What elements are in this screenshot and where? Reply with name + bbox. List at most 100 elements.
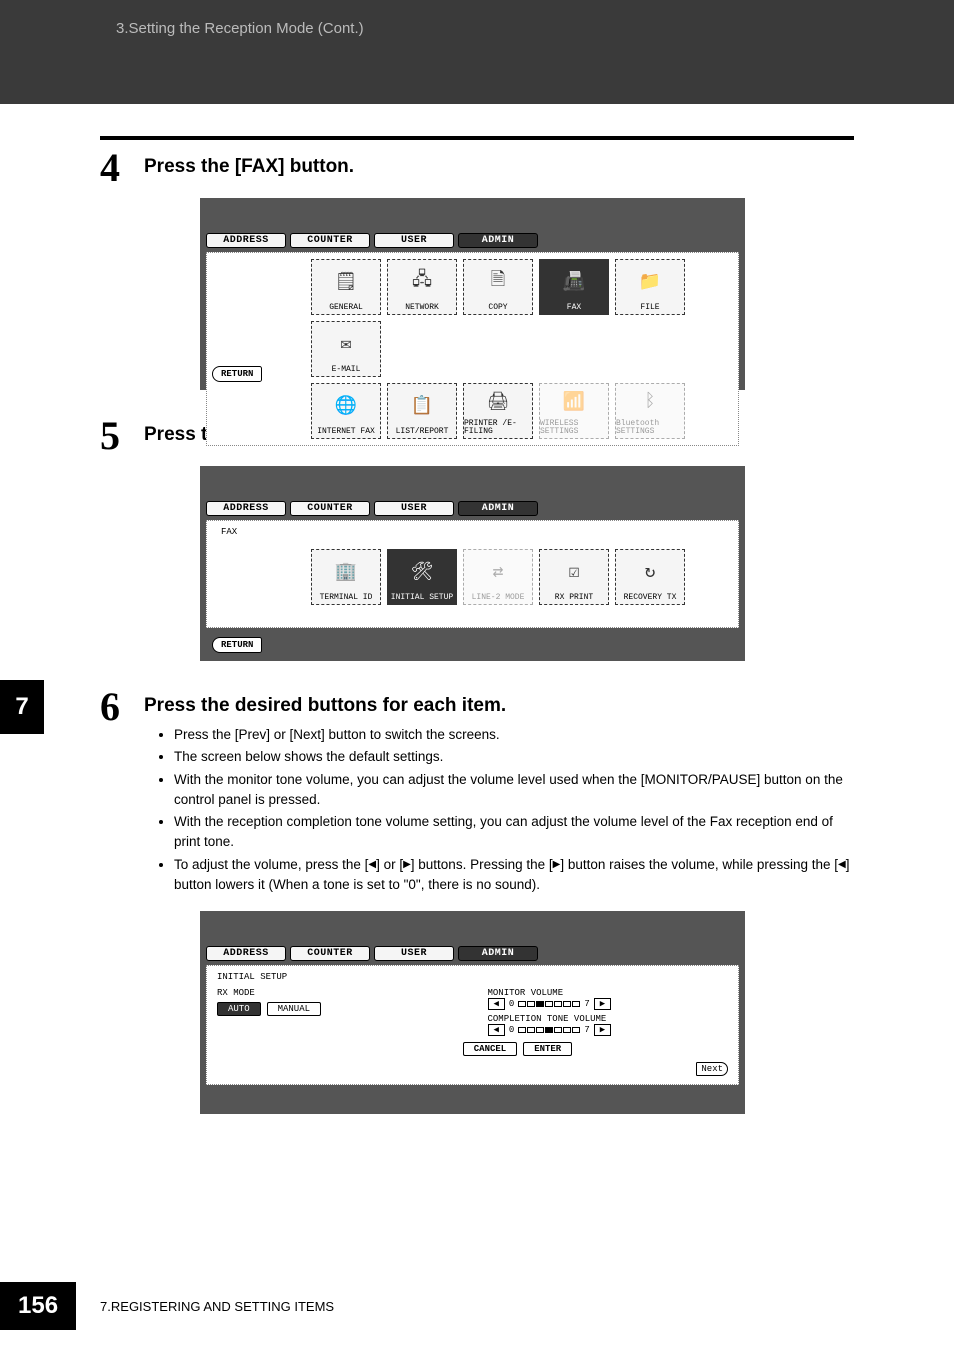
list-report-icon: 📋 [411, 384, 433, 427]
network-icon: 🖧 [412, 260, 432, 303]
step-title: Press the desired buttons for each item. [144, 695, 854, 717]
tab-row: ADDRESS COUNTER USER ADMIN [200, 501, 745, 516]
cancel-button[interactable]: CANCEL [463, 1042, 517, 1056]
tab-admin[interactable]: ADMIN [458, 946, 538, 961]
tab-user[interactable]: USER [374, 501, 454, 516]
printer-icon: 🖨 [487, 384, 510, 420]
completion-volume-control: ◀ 0 7 ▶ [488, 1024, 729, 1036]
list-item: The screen below shows the default setti… [174, 747, 854, 767]
enter-button[interactable]: ENTER [523, 1042, 572, 1056]
tab-counter[interactable]: COUNTER [290, 946, 370, 961]
scale-high: 7 [584, 999, 589, 1009]
bluetooth-icon: ᛒ [645, 384, 656, 420]
section-rule [100, 136, 854, 140]
wireless-button[interactable]: 📶WIRELESS SETTINGS [539, 383, 609, 439]
triangle-right-icon: ▶ [403, 857, 411, 872]
scale-high: 7 [584, 1025, 589, 1035]
file-button[interactable]: 📁FILE [615, 259, 685, 315]
tab-address[interactable]: ADDRESS [206, 501, 286, 516]
fax-icon: 📠 [563, 260, 585, 303]
page-number: 156 [0, 1282, 76, 1330]
bluetooth-button[interactable]: ᛒBluetooth SETTINGS [615, 383, 685, 439]
monitor-volume-label: MONITOR VOLUME [488, 988, 729, 998]
recovery-tx-icon: ↻ [645, 550, 656, 593]
context-label: FAX [221, 527, 237, 537]
panel: INITIAL SETUP RX MODE AUTO MANUAL MONITO… [206, 965, 739, 1085]
line2-mode-button[interactable]: ⇄LINE-2 MODE [463, 549, 533, 605]
file-icon: 📁 [639, 260, 661, 303]
next-button[interactable]: Next [696, 1062, 728, 1076]
volume-bar [518, 1001, 580, 1007]
context-label: INITIAL SETUP [217, 972, 728, 982]
terminal-id-button[interactable]: 🏢TERMINAL ID [311, 549, 381, 605]
return-button[interactable]: RETURN [212, 366, 262, 382]
line2-icon: ⇄ [493, 550, 504, 593]
monitor-volume-control: ◀ 0 7 ▶ [488, 998, 729, 1010]
page-header: 3.Setting the Reception Mode (Cont.) [0, 0, 954, 104]
step-number: 6 [100, 687, 140, 727]
volume-up-button[interactable]: ▶ [594, 998, 611, 1010]
page-footer: 156 7.REGISTERING AND SETTING ITEMS [0, 1264, 954, 1348]
list-item: Press the [Prev] or [Next] button to swi… [174, 725, 854, 745]
tab-counter[interactable]: COUNTER [290, 501, 370, 516]
email-button[interactable]: ✉E-MAIL [311, 321, 381, 377]
initial-setup-button[interactable]: 🛠INITIAL SETUP [387, 549, 457, 605]
tab-user[interactable]: USER [374, 233, 454, 248]
tab-row: ADDRESS COUNTER USER ADMIN [200, 946, 745, 961]
screenshot-initial-setup: ADDRESS COUNTER USER ADMIN INITIAL SETUP… [200, 911, 745, 1114]
general-icon: 🗒 [335, 260, 358, 303]
copy-button[interactable]: 🗎COPY [463, 259, 533, 315]
list-report-button[interactable]: 📋LIST/REPORT [387, 383, 457, 439]
tab-address[interactable]: ADDRESS [206, 946, 286, 961]
tab-row: ADDRESS COUNTER USER ADMIN [200, 233, 745, 248]
volume-down-button[interactable]: ◀ [488, 1024, 505, 1036]
rx-print-button[interactable]: ☑RX PRINT [539, 549, 609, 605]
step-number: 5 [100, 416, 140, 456]
screenshot-fax-menu: ADDRESS COUNTER USER ADMIN FAX 🏢TERMINAL… [200, 466, 745, 661]
breadcrumb: 3.Setting the Reception Mode (Cont.) [116, 20, 364, 37]
general-button[interactable]: 🗒GENERAL [311, 259, 381, 315]
triangle-left-icon: ◀ [368, 857, 376, 872]
copy-icon: 🗎 [491, 260, 505, 303]
rx-auto-button[interactable]: AUTO [217, 1002, 261, 1016]
fax-button[interactable]: 📠FAX [539, 259, 609, 315]
tab-admin[interactable]: ADMIN [458, 233, 538, 248]
rx-mode-label: RX MODE [217, 988, 458, 998]
scale-low: 0 [509, 1025, 514, 1035]
tab-counter[interactable]: COUNTER [290, 233, 370, 248]
wireless-icon: 📶 [563, 384, 585, 420]
step-4: 4 Press the [FAX] button. [100, 148, 854, 188]
scale-low: 0 [509, 999, 514, 1009]
step-6: 6 Press the desired buttons for each ite… [100, 687, 854, 897]
volume-down-button[interactable]: ◀ [488, 998, 505, 1010]
return-button[interactable]: RETURN [212, 637, 262, 653]
terminal-id-icon: 🏢 [335, 550, 357, 593]
tab-address[interactable]: ADDRESS [206, 233, 286, 248]
list-item: To adjust the volume, press the [◀] or [… [174, 855, 854, 896]
list-item: With the reception completion tone volum… [174, 812, 854, 853]
footer-text: 7.REGISTERING AND SETTING ITEMS [100, 1299, 334, 1314]
printer-efiling-button[interactable]: 🖨PRINTER /E-FILING [463, 383, 533, 439]
recovery-tx-button[interactable]: ↻RECOVERY TX [615, 549, 685, 605]
network-button[interactable]: 🖧NETWORK [387, 259, 457, 315]
step-title: Press the [FAX] button. [144, 156, 854, 178]
panel: 🗒GENERAL 🖧NETWORK 🗎COPY 📠FAX 📁FILE ✉E-MA… [206, 252, 739, 446]
panel: FAX 🏢TERMINAL ID 🛠INITIAL SETUP ⇄LINE-2 … [206, 520, 739, 628]
instruction-list: Press the [Prev] or [Next] button to swi… [174, 725, 854, 895]
list-item: With the monitor tone volume, you can ad… [174, 770, 854, 811]
internet-fax-button[interactable]: 🌐INTERNET FAX [311, 383, 381, 439]
email-icon: ✉ [341, 322, 352, 365]
step-number: 4 [100, 148, 140, 188]
volume-bar [518, 1027, 580, 1033]
chapter-tab: 7 [0, 680, 44, 734]
rx-print-icon: ☑ [569, 550, 580, 593]
tab-admin[interactable]: ADMIN [458, 501, 538, 516]
completion-volume-label: COMPLETION TONE VOLUME [488, 1014, 729, 1024]
initial-setup-icon: 🛠 [411, 550, 434, 593]
tab-user[interactable]: USER [374, 946, 454, 961]
volume-up-button[interactable]: ▶ [594, 1024, 611, 1036]
internet-fax-icon: 🌐 [335, 384, 357, 427]
triangle-left-icon: ◀ [838, 857, 846, 872]
screenshot-admin-menu: ADDRESS COUNTER USER ADMIN 🗒GENERAL 🖧NET… [200, 198, 745, 390]
rx-manual-button[interactable]: MANUAL [267, 1002, 321, 1016]
